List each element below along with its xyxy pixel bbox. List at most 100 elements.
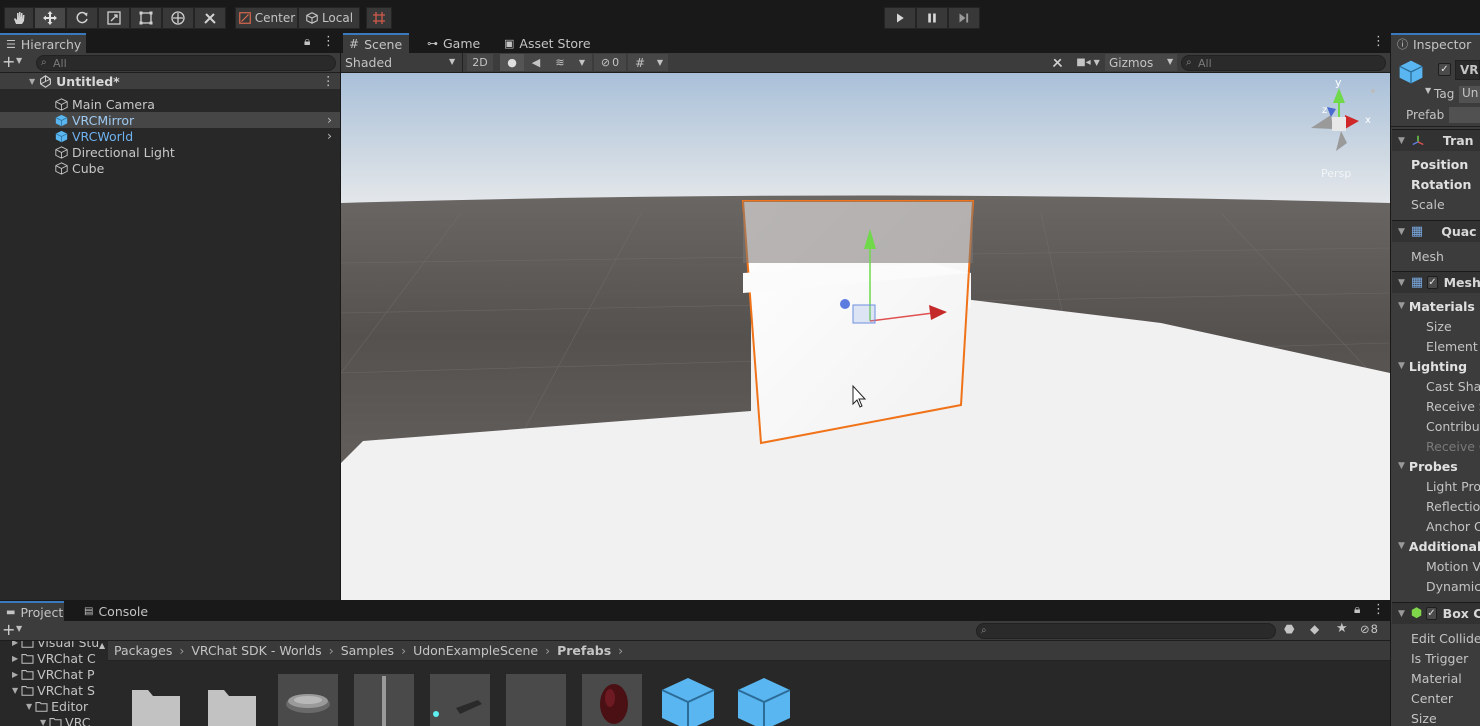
property-row[interactable]: Light Prob [1426,476,1480,496]
property-row[interactable]: Motion Ve [1426,556,1480,576]
expand-triangle-icon[interactable]: ▼ [1398,278,1405,288]
property-group-header[interactable]: ▼ Materials [1398,296,1475,316]
folder-tree-item[interactable]: ▼ VRC [40,714,91,726]
tab-inspector[interactable]: ⓘ Inspector [1391,33,1480,53]
perspective-label[interactable]: Persp [1321,167,1351,180]
rotation-row[interactable]: Rotation [1411,174,1471,194]
folder-tree-item[interactable]: ▼ Editor [26,698,88,714]
box-prefab-thumbnail[interactable] [430,674,492,726]
scene-root-row[interactable]: ▼ Untitled* ⋮ [0,73,340,89]
box-collider-enabled-checkbox[interactable]: ✓ [1426,607,1437,620]
breadcrumb-item[interactable]: Samples [341,643,394,658]
pivot-mode-toggle[interactable]: Center [235,7,298,29]
chevron-right-icon[interactable]: › [327,128,332,143]
chevron-down-icon[interactable]: ▼ [16,624,22,633]
cube-prefab-thumbnail[interactable] [658,674,720,726]
expand-triangle-icon[interactable]: ▼ [29,77,35,86]
expand-triangle-icon[interactable]: ▼ [12,686,18,695]
scene-kebab-menu-icon[interactable]: ⋮ [1372,34,1385,49]
tab-console[interactable]: ▤ Console [78,601,154,621]
rect-tool-button[interactable] [130,7,162,29]
scene-tools-button[interactable] [1045,54,1069,71]
lock-icon[interactable]: 🔒︎ [304,34,310,49]
kebab-menu-icon[interactable]: ⋮ [1372,602,1385,617]
pause-button[interactable] [916,7,948,29]
expand-triangle-icon[interactable]: ▼ [1398,361,1405,371]
grid-toggle[interactable]: # [628,54,652,71]
breadcrumb-item[interactable]: Prefabs [557,643,611,658]
pole-prefab-thumbnail[interactable] [354,674,416,726]
tab-project[interactable]: ▬ Project [0,601,64,621]
prefab-open-button[interactable] [1449,107,1480,123]
custom-tool-button[interactable] [194,7,226,29]
lock-icon[interactable]: 🔒︎ [1354,602,1360,617]
property-row[interactable]: Element 0 [1426,336,1480,356]
object-active-checkbox[interactable]: ✓ [1438,63,1451,76]
scale-tool-button[interactable] [98,7,130,29]
play-button[interactable] [884,7,916,29]
project-search-input[interactable]: ⌕ [976,623,1276,639]
shading-mode-dropdown[interactable]: Shaded ▼ [341,53,463,72]
hierarchy-item[interactable]: VRCWorld › [0,128,340,144]
effects-dropdown[interactable]: ▼ [572,54,592,71]
property-row[interactable]: Receive G [1426,436,1480,456]
property-row[interactable]: Receive S [1426,396,1480,416]
folder-thumbnail[interactable] [126,674,188,726]
property-row[interactable]: Cast Shac [1426,376,1480,396]
transform-component-header[interactable]: ▼ Tran [1392,129,1480,151]
property-group-header[interactable]: ▼Additional S [1398,536,1480,556]
breadcrumb-item[interactable]: VRChat SDK - Worlds [191,643,321,658]
tab-asset-store[interactable]: ▣ Asset Store [498,33,597,53]
empty-prefab-thumbnail[interactable] [506,674,568,726]
collider-property-row[interactable]: Is Trigger [1411,648,1468,668]
folder-tree-item[interactable]: ▶ VRChat P [12,666,95,682]
rotate-tool-button[interactable] [66,7,98,29]
tab-scene[interactable]: # Scene [343,33,409,53]
hierarchy-item[interactable]: Cube [0,160,340,176]
move-tool-button[interactable] [34,7,66,29]
expand-triangle-icon[interactable]: ▶ [12,641,18,647]
chevron-down-icon[interactable]: ▼ [1425,86,1431,95]
camera-settings-dropdown[interactable]: ■◂ ▼ [1073,54,1103,71]
hidden-packages-toggle[interactable]: ⊘ 8 [1360,622,1378,636]
folder-tree-item[interactable]: ▶ VRChat C [12,650,96,666]
cube-prefab-thumbnail[interactable] [734,674,796,726]
mesh-filter-component-header[interactable]: ▼ ▦ Quac [1392,220,1480,242]
box-collider-component-header[interactable]: ▼ ⬢ ✓ Box C [1392,602,1480,624]
expand-triangle-icon[interactable]: ▼ [1398,227,1405,237]
label-tag-icon[interactable]: ◆ [1310,622,1319,636]
hierarchy-search-input[interactable]: ⌕ All [36,55,336,71]
tag-dropdown[interactable]: Un [1459,86,1480,103]
property-row[interactable]: Contribute [1426,416,1480,436]
expand-triangle-icon[interactable]: ▼ [40,718,46,726]
lighting-toggle[interactable]: ● [500,54,524,71]
expand-triangle-icon[interactable]: ▼ [1398,461,1405,471]
chevron-down-icon[interactable]: ▼ [16,56,22,65]
effects-toggle[interactable]: ≋ [548,54,572,71]
collider-property-row[interactable]: Material [1411,668,1462,688]
scene-search-input[interactable]: ⌕ All [1181,55,1386,71]
expand-triangle-icon[interactable]: ▼ [1398,541,1405,551]
gizmo-z-handle[interactable] [840,299,850,309]
expand-triangle-icon[interactable]: ▶ [12,654,18,663]
expand-triangle-icon[interactable]: ▶ [12,670,18,679]
hierarchy-item[interactable]: Main Camera [0,96,340,112]
breadcrumb-item[interactable]: Packages [114,643,172,658]
mesh-row[interactable]: Mesh [1411,246,1444,266]
property-row[interactable]: Size [1426,316,1452,336]
collider-property-row[interactable]: Center [1411,688,1453,708]
transform-tool-button[interactable] [162,7,194,29]
position-row[interactable]: Position [1411,154,1468,174]
folder-tree-item[interactable]: ▼ VRChat S [12,682,95,698]
hidden-objects-toggle[interactable]: ⊘ 0 [594,54,626,71]
tab-game[interactable]: ⊶ Game [421,33,486,53]
collider-property-row[interactable]: Edit Collider [1411,628,1480,648]
property-row[interactable]: Anchor Ov [1426,516,1480,536]
property-group-header[interactable]: ▼ Probes [1398,456,1458,476]
2d-mode-toggle[interactable]: 2D [467,54,493,71]
kebab-menu-icon[interactable]: ⋮ [322,34,335,49]
gizmo-plane-handle[interactable] [852,304,876,324]
expand-triangle-icon[interactable]: ▼ [26,702,32,711]
property-group-header[interactable]: ▼ Lighting [1398,356,1467,376]
pivot-space-toggle[interactable]: Local [298,7,360,29]
